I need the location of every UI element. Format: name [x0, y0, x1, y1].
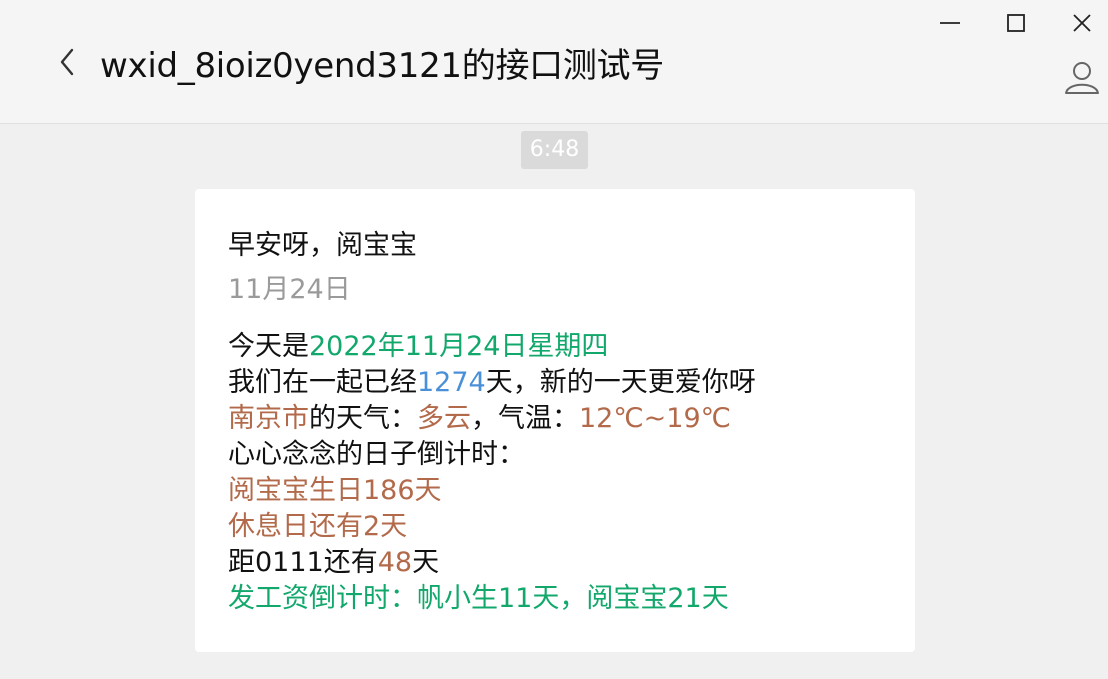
countdown-heading: 心心念念的日子倒计时： [228, 439, 525, 470]
weekend-countdown: 休息日还有2天 [228, 511, 408, 542]
close-icon [1073, 14, 1091, 32]
today-date: 2022年11月24日星期四 [309, 331, 609, 362]
today-prefix: 今天是 [228, 331, 309, 362]
message-card: 早安呀，阅宝宝 11月24日 今天是2022年11月24日星期四 我们在一起已经… [195, 189, 915, 652]
weather-temp: 12℃~19℃ [579, 403, 731, 434]
message-body: 今天是2022年11月24日星期四 我们在一起已经1274天，新的一天更爱你呀 … [228, 329, 756, 617]
chevron-left-icon [60, 48, 74, 76]
anniversary-countdown: 距0111还有48天 [228, 545, 756, 581]
weather-condition: 多云 [417, 403, 471, 434]
anniversary-days: 48 [377, 547, 413, 578]
date-subtitle: 11月24日 [228, 274, 351, 305]
close-button[interactable] [1060, 8, 1104, 38]
birthday-countdown: 阅宝宝生日186天 [228, 475, 442, 506]
anniversary-suffix: 天 [412, 547, 440, 578]
together-days: 1274 [417, 367, 486, 398]
maximize-button[interactable] [994, 8, 1038, 38]
together-prefix: 我们在一起已经 [228, 367, 417, 398]
weather-mid2: ，气温： [471, 403, 579, 434]
minimize-button[interactable] [928, 8, 972, 38]
weather-line: 南京市的天气：多云，气温：12℃~19℃ [228, 401, 756, 437]
maximize-icon [1007, 14, 1025, 32]
user-profile-icon [1065, 62, 1099, 94]
together-suffix: 天，新的一天更爱你呀 [485, 367, 756, 398]
minimize-icon [940, 22, 960, 24]
title-bar: wxid_8ioiz0yend3121的接口测试号 [0, 0, 1108, 124]
chat-title: wxid_8ioiz0yend3121的接口测试号 [100, 46, 664, 86]
message-timestamp: 6:48 [521, 131, 588, 169]
together-line: 我们在一起已经1274天，新的一天更爱你呀 [228, 365, 756, 401]
today-line: 今天是2022年11月24日星期四 [228, 329, 756, 365]
chat-info-button[interactable] [1062, 58, 1102, 98]
greeting: 早安呀，阅宝宝 [228, 230, 417, 261]
payday-countdown: 发工资倒计时：帆小生11天，阅宝宝21天 [228, 583, 729, 614]
anniversary-prefix: 距0111还有 [228, 547, 378, 578]
weather-mid: 的天气： [309, 403, 417, 434]
back-button[interactable] [52, 44, 84, 80]
weather-city: 南京市 [228, 403, 309, 434]
